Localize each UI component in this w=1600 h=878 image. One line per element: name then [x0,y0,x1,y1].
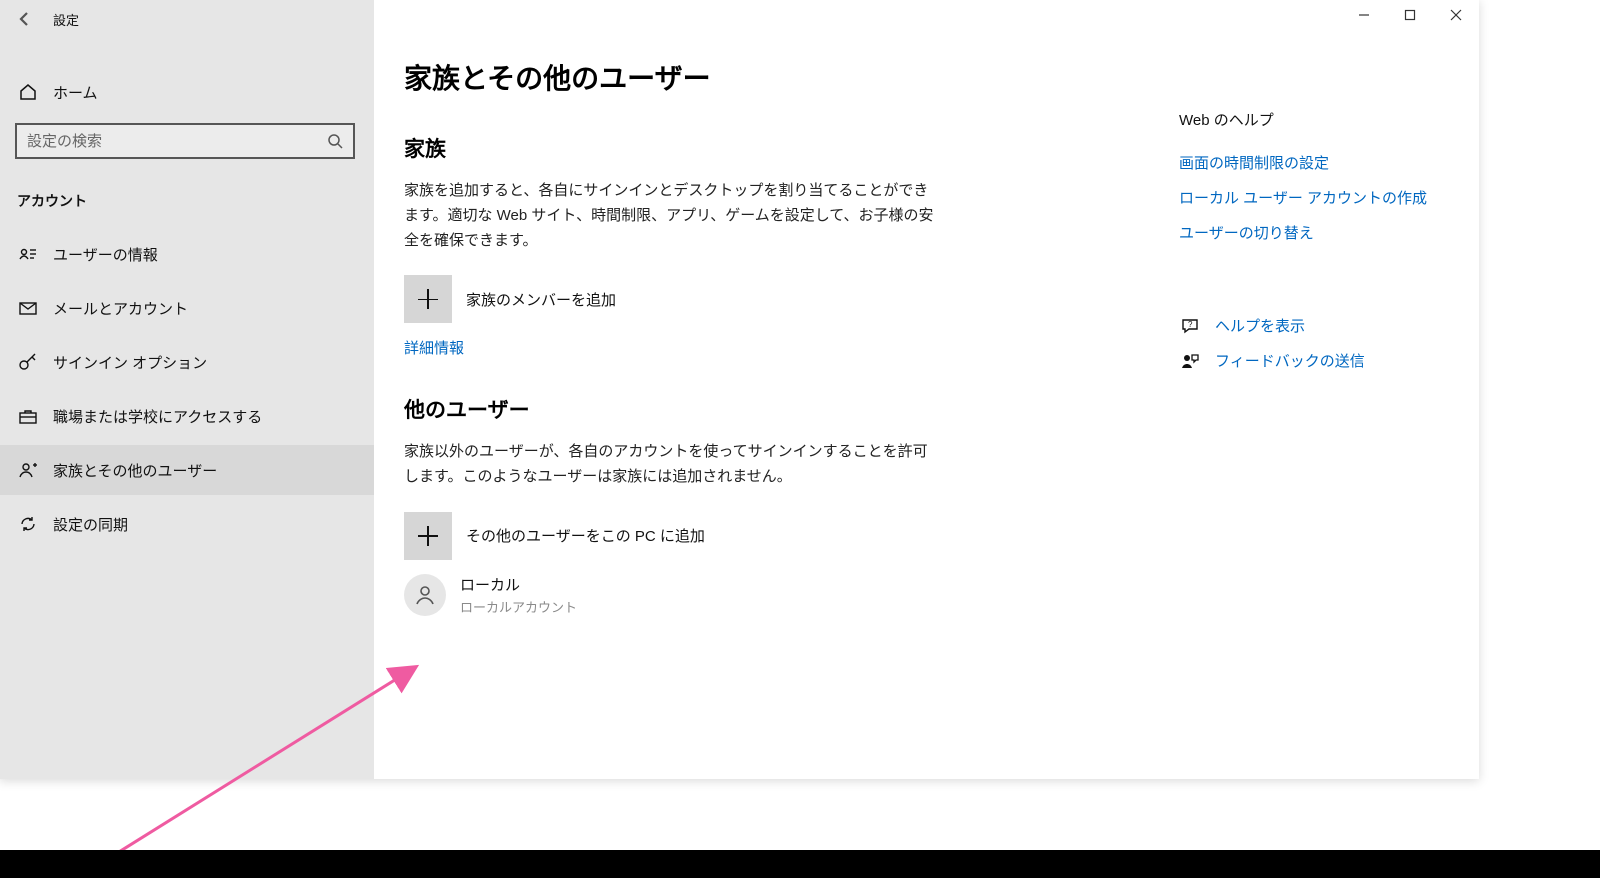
plus-icon [404,275,452,323]
plus-icon [404,512,452,560]
main-panel: 家族とその他のユーザー 家族 家族を追加すると、各自にサインインとデスクトップを… [374,0,1479,779]
sidebar-item-family-users[interactable]: 家族とその他のユーザー [0,445,374,495]
sidebar-item-user-info[interactable]: ユーザーの情報 [0,229,374,279]
minimize-button[interactable] [1341,0,1387,31]
user-card-icon [17,244,39,264]
back-button[interactable] [7,1,43,37]
app-title: 設定 [53,10,79,29]
page-title: 家族とその他のユーザー [404,57,1134,97]
family-heading: 家族 [404,133,1134,163]
get-help-link[interactable]: ヘルプを表示 [1215,315,1305,336]
help-link-switch-user[interactable]: ユーザーの切り替え [1179,222,1449,243]
help-panel: Web のヘルプ 画面の時間制限の設定 ローカル ユーザー アカウントの作成 ユ… [1179,109,1449,371]
search-input[interactable] [27,133,325,150]
add-family-label: 家族のメンバーを追加 [466,289,616,310]
help-link-screentime[interactable]: 画面の時間制限の設定 [1179,152,1449,173]
other-user-row[interactable]: ローカル ローカルアカウント [404,574,1134,616]
sidebar-item-label: 職場または学校にアクセスする [53,406,262,427]
sidebar-item-work-school[interactable]: 職場または学校にアクセスする [0,391,374,441]
sidebar-item-label: メールとアカウント [53,298,188,319]
sidebar-item-label: ユーザーの情報 [53,244,158,265]
help-bubble-icon: ? [1179,316,1201,336]
family-details-link[interactable]: 詳細情報 [404,337,464,358]
content-column: 家族とその他のユーザー 家族 家族を追加すると、各自にサインインとデスクトップを… [374,0,1134,779]
get-help-row[interactable]: ? ヘルプを表示 [1179,315,1449,336]
feedback-person-icon [1179,351,1201,371]
app-root: 設定 ホーム [0,0,1600,878]
envelope-icon [17,298,39,318]
add-other-user-button[interactable]: その他のユーザーをこの PC に追加 [404,512,1134,560]
arrow-left-icon [16,10,34,28]
close-button[interactable] [1433,0,1479,31]
sidebar-item-label: 設定の同期 [53,514,128,535]
family-description: 家族を追加すると、各自にサインインとデスクトップを割り当てることができます。適切… [404,179,934,253]
home-label: ホーム [53,82,98,103]
maximize-button[interactable] [1387,0,1433,31]
sidebar-item-email-accounts[interactable]: メールとアカウント [0,283,374,333]
person-plus-icon [17,460,39,480]
briefcase-icon [17,406,39,426]
window-title-bar [1341,0,1479,31]
help-heading: Web のヘルプ [1179,109,1449,130]
add-other-label: その他のユーザーをこの PC に追加 [466,525,705,546]
others-heading: 他のユーザー [404,394,1134,424]
sidebar-item-sync[interactable]: 設定の同期 [0,499,374,549]
sidebar-header: 設定 [0,0,374,39]
user-name: ローカル [460,574,577,595]
add-family-member-button[interactable]: 家族のメンバーを追加 [404,275,1134,323]
sidebar-item-signin-options[interactable]: サインイン オプション [0,337,374,387]
sidebar: 設定 ホーム [0,0,374,779]
sync-icon [17,514,39,534]
key-icon [17,352,39,372]
sidebar-item-label: サインイン オプション [53,352,207,373]
user-type: ローカルアカウント [460,597,577,616]
search-icon [325,131,345,151]
bottom-crop-bar [0,850,1600,878]
help-link-local-account[interactable]: ローカル ユーザー アカウントの作成 [1179,187,1449,208]
sidebar-item-label: 家族とその他のユーザー [53,460,217,481]
sidebar-section-label: アカウント [0,169,374,225]
sidebar-home[interactable]: ホーム [0,69,374,115]
search-box[interactable] [15,123,355,159]
feedback-row[interactable]: フィードバックの送信 [1179,350,1449,371]
settings-window: 設定 ホーム [0,0,1479,779]
svg-text:?: ? [1188,320,1193,329]
feedback-link[interactable]: フィードバックの送信 [1215,350,1365,371]
others-description: 家族以外のユーザーが、各自のアカウントを使ってサインインすることを許可します。こ… [404,440,934,490]
avatar-icon [404,574,446,616]
home-icon [17,81,39,103]
user-info: ローカル ローカルアカウント [460,574,577,616]
search-container [15,123,358,159]
